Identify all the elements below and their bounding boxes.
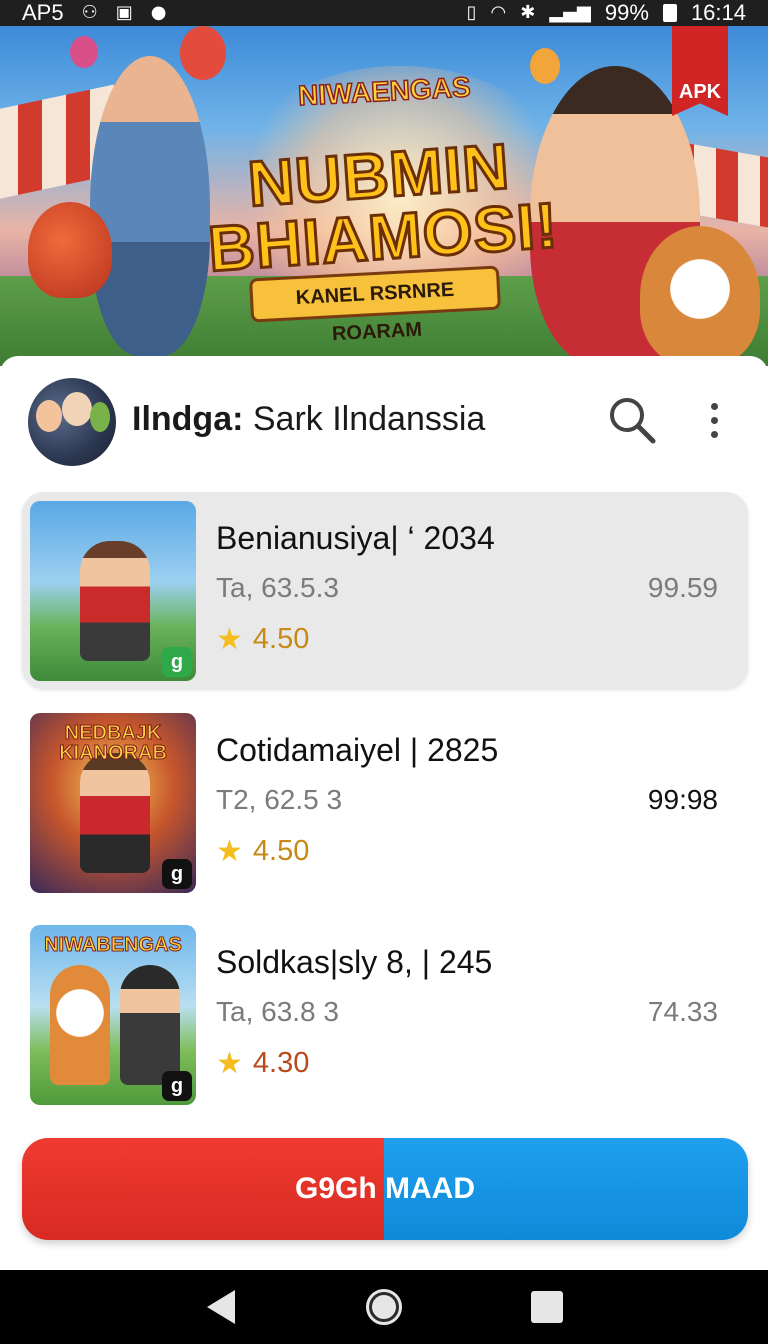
list-item[interactable]: NIWABENGAS g Soldkas|sly 8, | 245 Ta, 63…: [22, 916, 748, 1112]
star-icon: ★: [216, 622, 243, 657]
battery-percent: 99%: [604, 0, 649, 25]
avatar[interactable]: [28, 378, 116, 466]
avatar-face: [62, 392, 92, 426]
list-item[interactable]: NEDBAJK KIANORAB g Cotidamaiyel | 2825 T…: [22, 704, 748, 900]
balloon-icon: [180, 26, 226, 80]
app-badge-icon: g: [162, 859, 192, 889]
back-icon: [207, 1290, 236, 1324]
home-button[interactable]: [364, 1287, 404, 1327]
item-rating: ★ 4.50: [216, 622, 309, 657]
thumb-title: NIWABENGAS: [44, 934, 183, 956]
thumb-character: [80, 753, 150, 873]
notification-icon: ⚇: [81, 2, 98, 23]
dot-icon: ●: [150, 2, 167, 23]
sim-icon: ▣: [115, 2, 133, 23]
avatar-face: [90, 402, 110, 432]
recents-icon: [530, 1291, 563, 1323]
banner-headline: NUBMIN BHIAMOSI!: [204, 129, 561, 287]
star-icon: ★: [216, 1046, 243, 1081]
more-dot-icon: [710, 402, 718, 410]
app-thumbnail: NIWABENGAS g: [30, 925, 196, 1105]
item-price: 99:98: [647, 784, 718, 815]
item-price: 74.33: [647, 996, 718, 1027]
item-meta: Ta, 63.5.3: [216, 572, 339, 603]
bluetooth-icon: ✱: [520, 2, 536, 23]
app-badge-icon: g: [162, 647, 192, 677]
item-meta: T2, 62.5 3: [216, 784, 343, 815]
item-price: 99.59: [647, 572, 718, 603]
system-nav-bar: [0, 1270, 768, 1344]
more-dot-icon: [710, 416, 718, 424]
app-list: g Benianusiya| ‘ 2034 Ta, 63.5.3 99.59 ★…: [22, 492, 748, 1128]
app-badge-icon: g: [162, 1071, 192, 1101]
content-sheet: Ilndga: Sark Ilndanssia g Benianusiya| ‘…: [0, 356, 768, 1270]
character-man: [90, 56, 210, 356]
character-dog: [640, 226, 760, 366]
more-options-button[interactable]: [694, 392, 734, 448]
wifi-icon: ◠: [490, 2, 507, 23]
character-tomato: [28, 202, 112, 298]
thumb-character: [120, 965, 180, 1085]
rating-value: 4.50: [252, 835, 310, 867]
download-button[interactable]: G9Gh MAAD: [22, 1138, 748, 1240]
balloon-icon: [70, 36, 98, 68]
more-dot-icon: [710, 430, 718, 438]
page-title: Ilndga: Sark Ilndanssia: [132, 400, 485, 439]
item-title: Cotidamaiyel | 2825: [216, 732, 499, 768]
signal-icon: ▂▄▆: [549, 2, 591, 23]
thumb-character: [80, 541, 150, 661]
page-title-bold: Ilndga:: [132, 400, 244, 438]
home-icon-inner: [371, 1295, 396, 1319]
recents-button[interactable]: [527, 1287, 567, 1327]
apk-badge: APK: [672, 26, 728, 116]
app-thumbnail: g: [30, 501, 196, 681]
battery-icon: [662, 4, 677, 22]
page-title-rest: Sark Ilndanssia: [243, 400, 486, 438]
app-thumbnail: NEDBAJK KIANORAB g: [30, 713, 196, 893]
clock: 16:14: [690, 0, 746, 25]
item-meta: Ta, 63.8 3: [216, 996, 339, 1027]
list-item[interactable]: g Benianusiya| ‘ 2034 Ta, 63.5.3 99.59 ★…: [22, 492, 748, 688]
item-rating: ★ 4.30: [216, 1046, 309, 1081]
item-title: Benianusiya| ‘ 2034: [216, 520, 495, 556]
avatar-face: [36, 400, 62, 432]
app-header: Ilndga: Sark Ilndanssia: [0, 378, 768, 468]
search-button[interactable]: [604, 392, 660, 448]
home-icon: [365, 1289, 402, 1325]
item-rating: ★ 4.50: [216, 834, 309, 869]
item-title: Soldkas|sly 8, | 245: [216, 944, 493, 980]
thumb-title: NEDBAJK KIANORAB: [59, 722, 168, 764]
vibrate-icon: ▯: [466, 2, 477, 23]
promo-banner[interactable]: NIWAENGAS NUBMIN BHIAMOSI! KANEL RSRNRE …: [0, 26, 768, 366]
rating-value: 4.50: [252, 623, 310, 655]
balloon-icon: [530, 48, 560, 84]
thumb-fox: [50, 965, 110, 1085]
cta-label: G9Gh MAAD: [295, 1172, 475, 1205]
back-button[interactable]: [201, 1287, 241, 1327]
star-icon: ★: [216, 834, 243, 869]
carrier-label: AP5: [22, 0, 64, 25]
status-bar: AP5 ⚇ ▣ ● ▯ ◠ ✱ ▂▄▆ 99% 16:14: [0, 0, 768, 26]
search-icon: [610, 398, 656, 444]
rating-value: 4.30: [252, 1047, 310, 1079]
